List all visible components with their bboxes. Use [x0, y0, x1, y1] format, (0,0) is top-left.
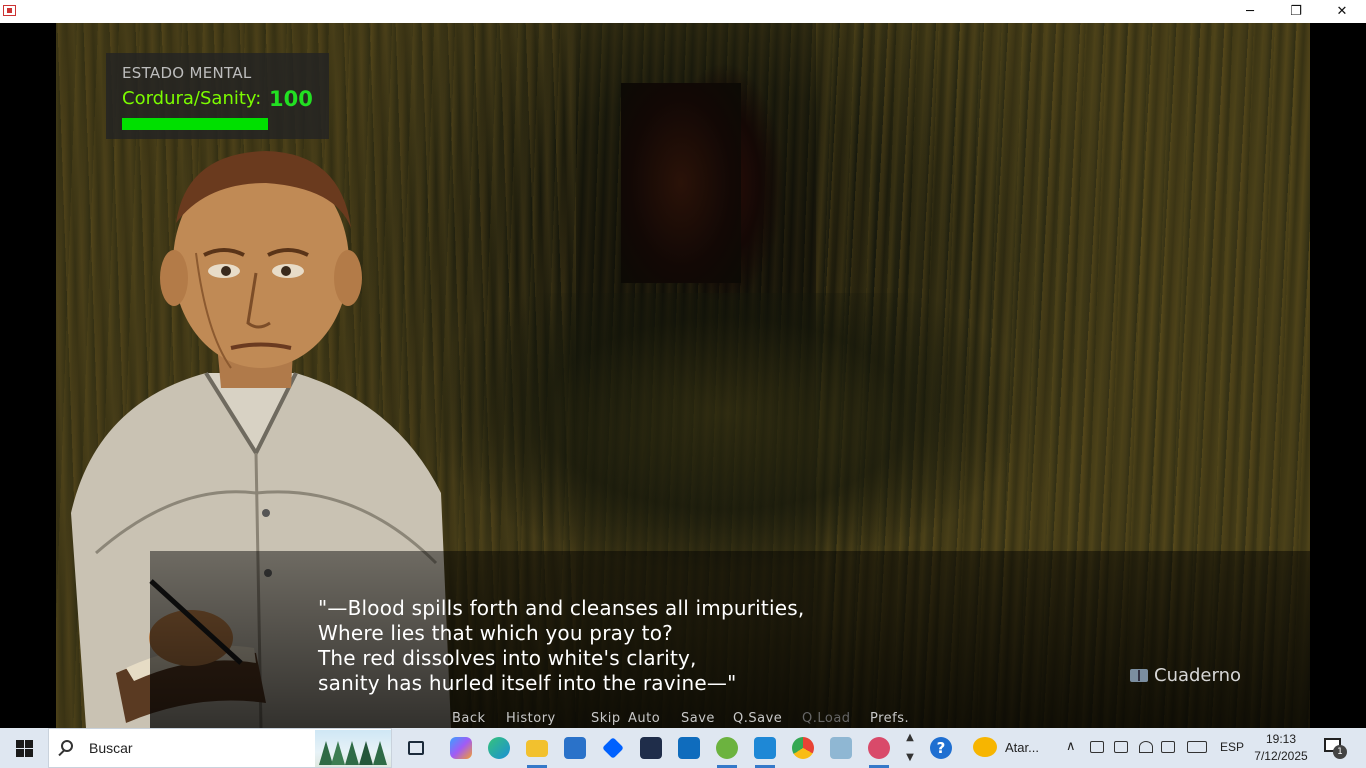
auto-button[interactable]: Auto — [628, 711, 681, 728]
battery-icon[interactable] — [1114, 741, 1128, 753]
dialogue-line: Where lies that which you pray to? — [318, 621, 673, 645]
dialogue-text: "—Blood spills forth and cleanses all im… — [318, 596, 1018, 696]
task-view-icon — [408, 741, 424, 755]
sun-icon — [973, 737, 997, 757]
terminal-icon — [640, 737, 662, 759]
sanity-hud: ESTADO MENTAL Cordura/Sanity: 100 — [106, 53, 329, 139]
window-title-bar: ─ ❐ ✕ — [0, 0, 1366, 23]
notepad-app[interactable] — [822, 728, 860, 768]
search-icon — [61, 740, 73, 752]
clock[interactable]: 19:13 7/12/2025 — [1252, 731, 1310, 765]
meet-icon[interactable] — [1090, 741, 1104, 753]
book-icon — [1130, 669, 1148, 682]
dropbox-app[interactable] — [594, 728, 632, 768]
back-button[interactable]: Back — [452, 711, 506, 728]
outlook-icon — [678, 737, 700, 759]
minimize-button[interactable]: ─ — [1227, 0, 1273, 23]
skip-button[interactable]: Skip — [591, 711, 628, 728]
corridor-end — [621, 83, 741, 283]
notification-icon[interactable]: 1 — [1324, 738, 1347, 759]
weather-text[interactable]: Atar... — [1005, 740, 1039, 755]
store-icon — [564, 737, 586, 759]
taskbar-scroll[interactable]: ▲ ▼ — [902, 728, 918, 768]
sanity-bar-fill — [122, 118, 268, 130]
quick-load-button[interactable]: Q.Load — [802, 711, 870, 728]
weather-icon[interactable] — [973, 737, 997, 757]
hud-title: ESTADO MENTAL — [122, 64, 252, 82]
game-icon — [868, 737, 890, 759]
corridor-floor — [416, 293, 1036, 593]
start-button[interactable] — [0, 728, 48, 768]
quick-menu: Back History Skip Auto Save Q.Save Q.Loa… — [452, 711, 915, 728]
task-view-button[interactable] — [397, 728, 435, 768]
preferences-button[interactable]: Prefs. — [870, 711, 915, 728]
dialogue-line: The red dissolves into white's clarity, — [318, 646, 697, 670]
game-viewport[interactable]: ESTADO MENTAL Cordura/Sanity: 100 "—Bloo… — [56, 23, 1310, 728]
game-app[interactable] — [860, 728, 898, 768]
utorrent-app[interactable] — [708, 728, 746, 768]
dialogue-line: "—Blood spills forth and cleanses all im… — [318, 596, 805, 620]
quick-save-button[interactable]: Q.Save — [733, 711, 802, 728]
save-button[interactable]: Save — [681, 711, 733, 728]
clock-date: 7/12/2025 — [1254, 749, 1308, 763]
chrome-icon — [792, 737, 814, 759]
outlook-app[interactable] — [670, 728, 708, 768]
help-icon[interactable]: ? — [930, 737, 952, 759]
app-icon — [3, 5, 16, 16]
windows-logo-icon — [16, 740, 24, 748]
search-placeholder: Buscar — [89, 740, 133, 756]
notebook-button[interactable]: Cuaderno — [1130, 665, 1241, 686]
tray-chevron-up-icon[interactable]: ∧ — [1066, 739, 1076, 754]
vscode-icon — [754, 737, 776, 759]
clock-time: 19:13 — [1265, 732, 1297, 746]
maximize-button[interactable]: ❐ — [1273, 0, 1319, 23]
notebook-label: Cuaderno — [1154, 665, 1242, 686]
keyboard-icon[interactable] — [1187, 741, 1207, 753]
volume-icon[interactable] — [1161, 741, 1175, 753]
dropbox-icon — [602, 737, 624, 759]
chrome-app[interactable] — [784, 728, 822, 768]
notification-badge: 1 — [1333, 745, 1347, 759]
file-explorer-app[interactable] — [518, 728, 556, 768]
vscode-app[interactable] — [746, 728, 784, 768]
edge-app[interactable] — [480, 728, 518, 768]
sanity-label: Cordura/Sanity: — [122, 88, 262, 109]
wifi-icon[interactable] — [1139, 741, 1153, 753]
history-button[interactable]: History — [506, 711, 591, 728]
copilot-icon — [450, 737, 472, 759]
sanity-value: 100 — [269, 87, 313, 111]
utorrent-icon — [716, 737, 738, 759]
powershell-app[interactable] — [632, 728, 670, 768]
microsoft-store-app[interactable] — [556, 728, 594, 768]
notepad-icon — [830, 737, 852, 759]
chevron-down-icon: ▼ — [906, 752, 914, 763]
close-button[interactable]: ✕ — [1319, 0, 1365, 23]
chevron-up-icon: ▲ — [906, 732, 914, 743]
folder-icon — [526, 739, 548, 757]
language-indicator[interactable]: ESP — [1220, 740, 1244, 754]
copilot-app[interactable] — [442, 728, 480, 768]
sanity-bar — [122, 118, 268, 130]
dialogue-line: sanity has hurled itself into the ravine… — [318, 671, 737, 695]
search-highlight-image — [315, 730, 391, 767]
taskbar-search[interactable]: Buscar — [48, 728, 392, 768]
taskbar: Buscar ▲ ▼ ? Atar... ∧ ESP 19:13 7/12/202… — [0, 728, 1366, 768]
edge-icon — [488, 737, 510, 759]
